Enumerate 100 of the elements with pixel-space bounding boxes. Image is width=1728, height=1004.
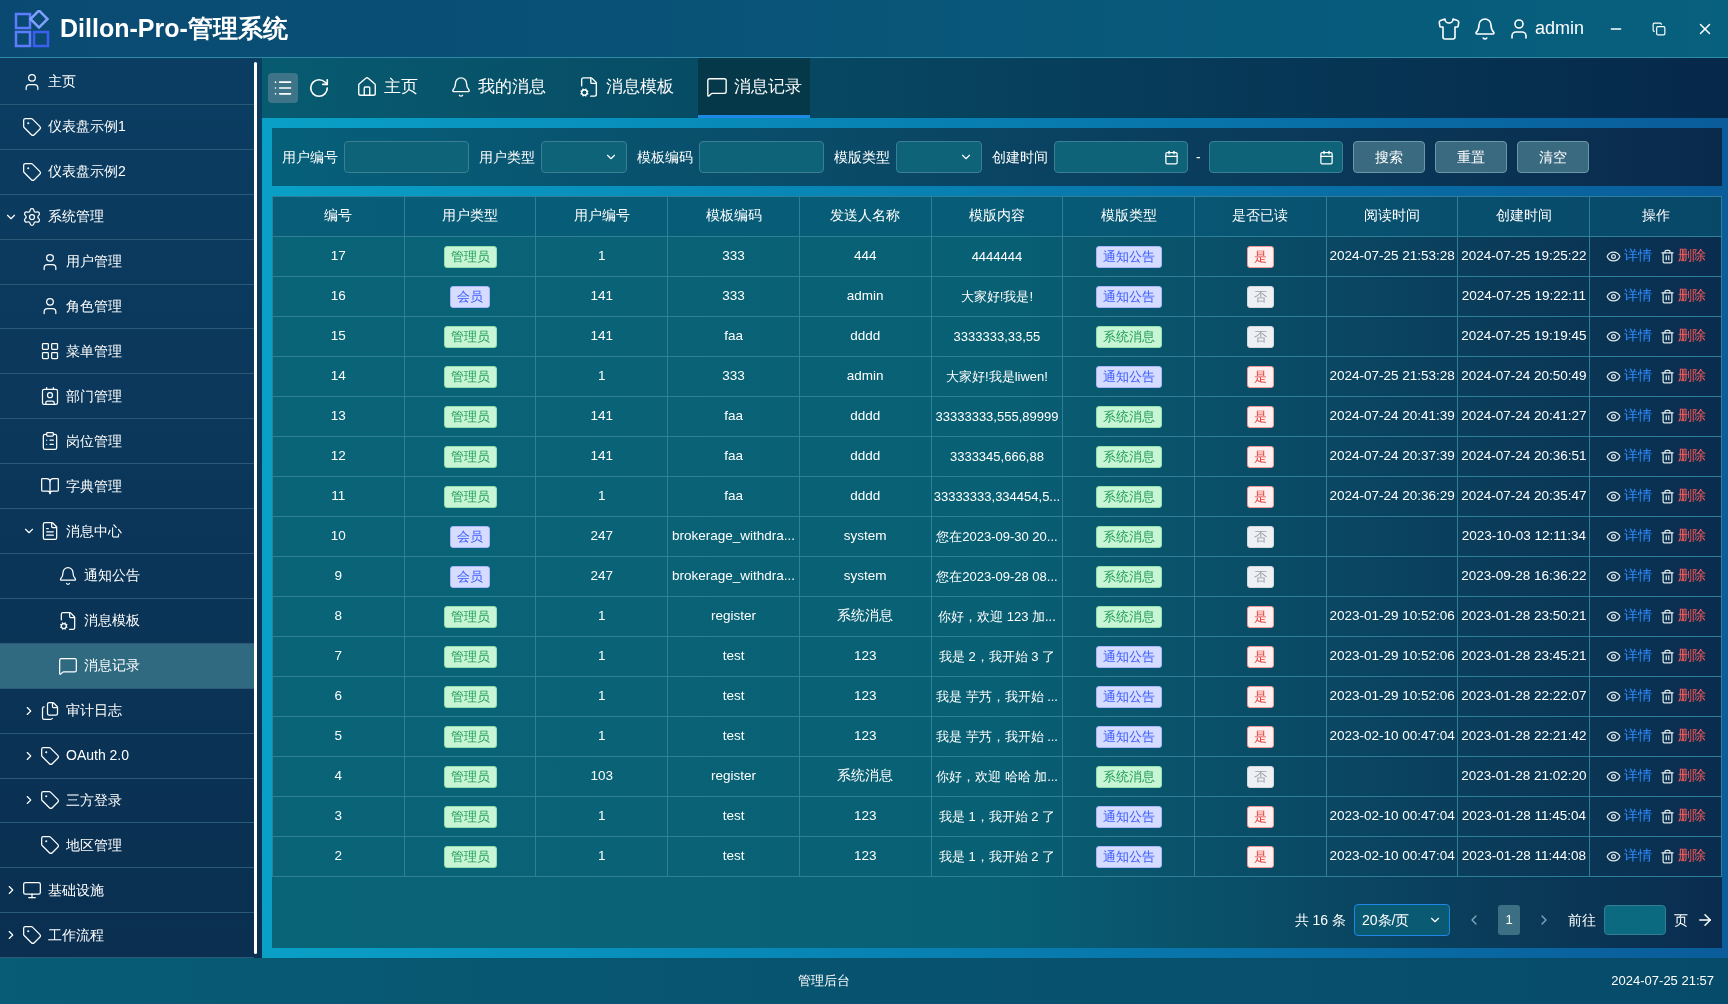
delete-link[interactable]: 删除 xyxy=(1659,566,1706,587)
text-input[interactable] xyxy=(699,141,824,173)
table-cell: 123 xyxy=(799,836,932,877)
delete-link[interactable]: 删除 xyxy=(1659,846,1706,867)
read-status-tag: 是 xyxy=(1246,805,1274,828)
filter-label: 模板编码 xyxy=(637,147,693,167)
details-link[interactable]: 详情 xyxy=(1605,766,1652,787)
details-link[interactable]: 详情 xyxy=(1605,286,1652,307)
details-link[interactable]: 详情 xyxy=(1605,846,1652,867)
delete-link[interactable]: 删除 xyxy=(1659,366,1706,387)
trash-icon xyxy=(1659,569,1675,584)
details-link[interactable]: 详情 xyxy=(1605,686,1652,707)
details-link[interactable]: 详情 xyxy=(1605,406,1652,427)
table-cell: 247 xyxy=(535,556,668,597)
filter-label: 用户编号 xyxy=(282,147,338,167)
shirt-icon[interactable] xyxy=(1436,16,1461,41)
details-link[interactable]: 详情 xyxy=(1605,566,1652,587)
tag-icon xyxy=(22,116,42,137)
delete-link[interactable]: 删除 xyxy=(1659,246,1706,267)
details-link[interactable]: 详情 xyxy=(1605,806,1652,827)
delete-link[interactable]: 删除 xyxy=(1659,286,1706,307)
table-cell: 2023-01-28 21:02:20 xyxy=(1457,756,1590,797)
delete-link[interactable]: 删除 xyxy=(1659,646,1706,667)
template-type-tag: 通知公告 xyxy=(1095,845,1162,868)
delete-link[interactable]: 删除 xyxy=(1659,446,1706,467)
table-cell: 1 xyxy=(535,796,668,837)
page-button[interactable]: 1 xyxy=(1498,905,1520,935)
table-cell: 3333345,666,88 xyxy=(931,436,1063,477)
user-type-tag: 管理员 xyxy=(443,325,497,348)
table-cell: 12 xyxy=(272,436,405,477)
calendar-icon xyxy=(1164,149,1179,165)
delete-link[interactable]: 删除 xyxy=(1659,326,1706,347)
grid-icon xyxy=(40,341,60,362)
trash-icon xyxy=(1659,489,1675,504)
delete-link[interactable]: 删除 xyxy=(1659,806,1706,827)
refresh-icon[interactable] xyxy=(308,77,330,99)
table-cell: 7 xyxy=(272,636,405,677)
details-link[interactable]: 详情 xyxy=(1605,726,1652,747)
delete-link[interactable]: 删除 xyxy=(1659,406,1706,427)
text-input[interactable] xyxy=(344,141,469,173)
menu-toggle-button[interactable] xyxy=(268,73,298,103)
table-cell: register xyxy=(667,756,800,797)
table-cell: 1 xyxy=(535,236,668,277)
tab[interactable]: 消息模板 xyxy=(570,58,682,118)
message-icon xyxy=(58,655,78,676)
table-cell: 444 xyxy=(799,236,932,277)
arrow-right-icon[interactable] xyxy=(1696,911,1714,929)
details-link[interactable]: 详情 xyxy=(1605,606,1652,627)
user-name[interactable]: admin xyxy=(1534,15,1584,42)
table-cell: 123 xyxy=(799,716,932,757)
delete-link[interactable]: 删除 xyxy=(1659,766,1706,787)
table-cell: 333 xyxy=(667,236,800,277)
table-cell: 1 xyxy=(535,596,668,637)
delete-link[interactable]: 删除 xyxy=(1659,686,1706,707)
delete-link[interactable]: 删除 xyxy=(1659,526,1706,547)
delete-link[interactable]: 删除 xyxy=(1659,606,1706,627)
table-cell: 大家好!我是liwen! xyxy=(931,356,1063,397)
user-type-tag: 管理员 xyxy=(443,805,497,828)
table-cell: 9 xyxy=(272,556,405,597)
details-link[interactable]: 详情 xyxy=(1605,366,1652,387)
table-cell: 3333333,33,55 xyxy=(931,316,1063,357)
date-field[interactable] xyxy=(1054,141,1188,173)
template-type-tag: 系统消息 xyxy=(1095,525,1162,548)
read-status-tag: 是 xyxy=(1246,845,1274,868)
select-field[interactable] xyxy=(541,141,627,173)
eye-icon xyxy=(1605,249,1621,264)
table-cell: 1 xyxy=(535,356,668,397)
page-size-select[interactable]: 20条/页 xyxy=(1354,904,1450,936)
tab[interactable]: 消息记录 xyxy=(698,58,810,118)
details-link[interactable]: 详情 xyxy=(1605,526,1652,547)
date-field[interactable] xyxy=(1208,141,1343,173)
delete-link[interactable]: 删除 xyxy=(1659,726,1706,747)
page-input[interactable] xyxy=(1604,905,1666,935)
bell-icon xyxy=(450,75,472,98)
details-link[interactable]: 详情 xyxy=(1605,326,1652,347)
details-link[interactable]: 详情 xyxy=(1605,446,1652,467)
restore-icon[interactable] xyxy=(1652,21,1666,36)
delete-link[interactable]: 删除 xyxy=(1659,486,1706,507)
table-cell: 您在2023-09-30 20... xyxy=(931,516,1063,557)
filter-button[interactable]: 搜索 xyxy=(1352,141,1425,173)
table-cell: 2024-07-24 20:36:29 xyxy=(1326,476,1458,517)
details-link[interactable]: 详情 xyxy=(1605,246,1652,267)
table-cell: test xyxy=(667,716,800,757)
details-link[interactable]: 详情 xyxy=(1605,486,1652,507)
filter-button[interactable]: 重置 xyxy=(1434,141,1507,173)
table-cell: system xyxy=(799,516,932,557)
tab[interactable]: 主页 xyxy=(348,58,426,118)
filter-label: 用户类型 xyxy=(479,147,535,167)
sidebar-item[interactable]: 消息记录 xyxy=(0,643,254,689)
select-field[interactable] xyxy=(896,141,982,173)
template-type-tag: 通知公告 xyxy=(1095,365,1162,388)
column-header: 是否已读 xyxy=(1194,196,1327,237)
column-header: 操作 xyxy=(1589,196,1722,237)
details-link[interactable]: 详情 xyxy=(1605,646,1652,667)
filter-button[interactable]: 清空 xyxy=(1516,141,1589,173)
user-type-tag: 管理员 xyxy=(443,685,497,708)
bell-icon[interactable] xyxy=(1472,16,1497,41)
tab[interactable]: 我的消息 xyxy=(442,58,554,118)
footer-time: 2024-07-25 21:57 xyxy=(1611,972,1714,991)
trash-icon xyxy=(1659,849,1675,864)
